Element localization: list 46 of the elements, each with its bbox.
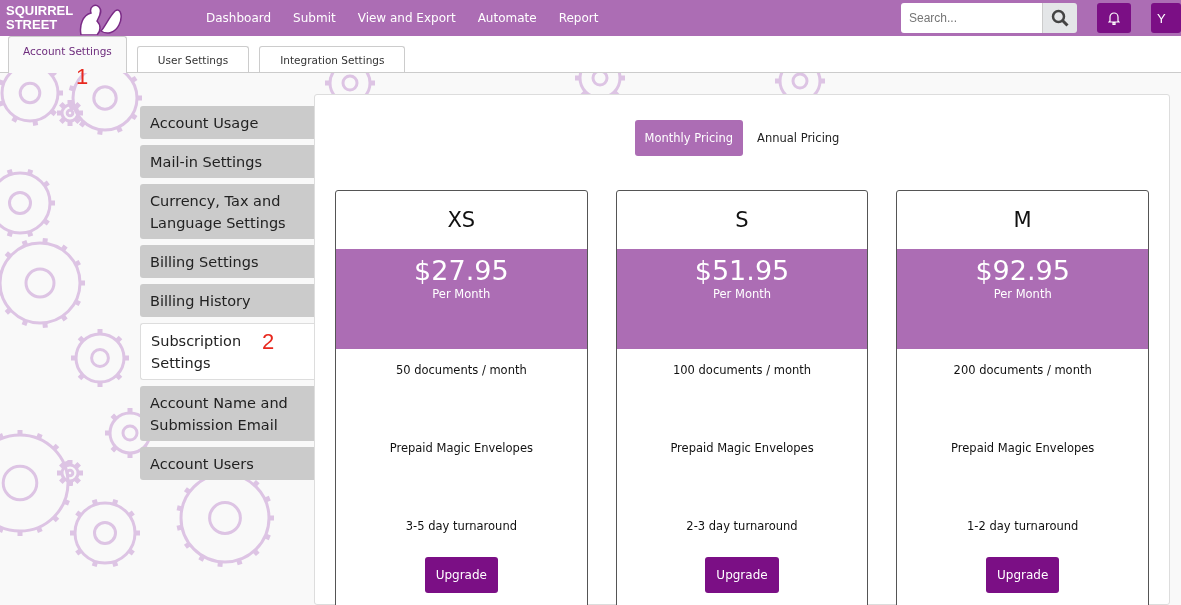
plan-name: M [1013,207,1032,234]
annotation-number: 2 [262,331,275,353]
plan-feature: 2-3 day turnaround [686,519,798,533]
upgrade-button[interactable]: Upgrade [424,557,498,593]
plan-price: $51.95 [694,255,790,287]
search-button[interactable] [1042,3,1077,33]
nav-link[interactable]: Report [558,11,599,25]
upgrade-button[interactable]: Upgrade [986,557,1060,593]
plan-feature: Prepaid Magic Envelopes [951,441,1095,455]
sidebar-item[interactable]: Currency, Tax and Language Settings [140,184,314,239]
plan-feature: 3-5 day turnaround [405,519,517,533]
notifications-button[interactable] [1097,3,1131,33]
plan-feature: 50 documents / month [395,363,527,377]
tab[interactable]: User Settings [136,46,250,72]
plan-name: XS [447,207,476,234]
nav-link[interactable]: View and Export [357,11,456,25]
user-button[interactable]: Y [1151,3,1181,33]
upgrade-button[interactable]: Upgrade [705,557,779,593]
sidebar-item[interactable]: Billing Settings [140,245,314,278]
nav-link[interactable]: Automate [477,11,537,25]
sidebar-item[interactable]: Account Usage [140,106,314,139]
plan-feature: 1-2 day turnaround [967,519,1079,533]
pricing-toggle[interactable]: Annual Pricing [747,120,850,156]
search-field[interactable]: Search... [901,3,1042,33]
plan-feature: 200 documents / month [953,363,1092,377]
search-icon [1051,9,1069,27]
pricing-toggle[interactable]: Monthly Pricing [634,120,744,156]
plan-feature: Prepaid Magic Envelopes [670,441,814,455]
plan-price: $92.95 [975,255,1070,287]
tab[interactable]: Integration Settings [259,46,406,72]
sidebar-item[interactable]: Account Name and Submission Email [140,386,314,441]
logo-text: STREET [6,18,58,32]
nav-link[interactable]: Submit [293,11,336,25]
price-period: Per Month [993,287,1052,301]
plan-feature: Prepaid Magic Envelopes [389,441,533,455]
plan-name: S [735,207,749,234]
plan-feature: 100 documents / month [672,363,812,377]
nav-link[interactable]: Dashboard [206,11,272,25]
sidebar-item[interactable]: Mail-in Settings [140,145,314,178]
sidebar-item[interactable]: Account Users [140,447,314,480]
logo-text: SQUIRREL [6,4,74,18]
price-period: Per Month [432,287,491,301]
bell-icon [1108,11,1120,25]
plan-price: $27.95 [414,255,509,287]
sidebar-item[interactable]: Billing History [140,284,314,317]
price-period: Per Month [713,287,771,301]
